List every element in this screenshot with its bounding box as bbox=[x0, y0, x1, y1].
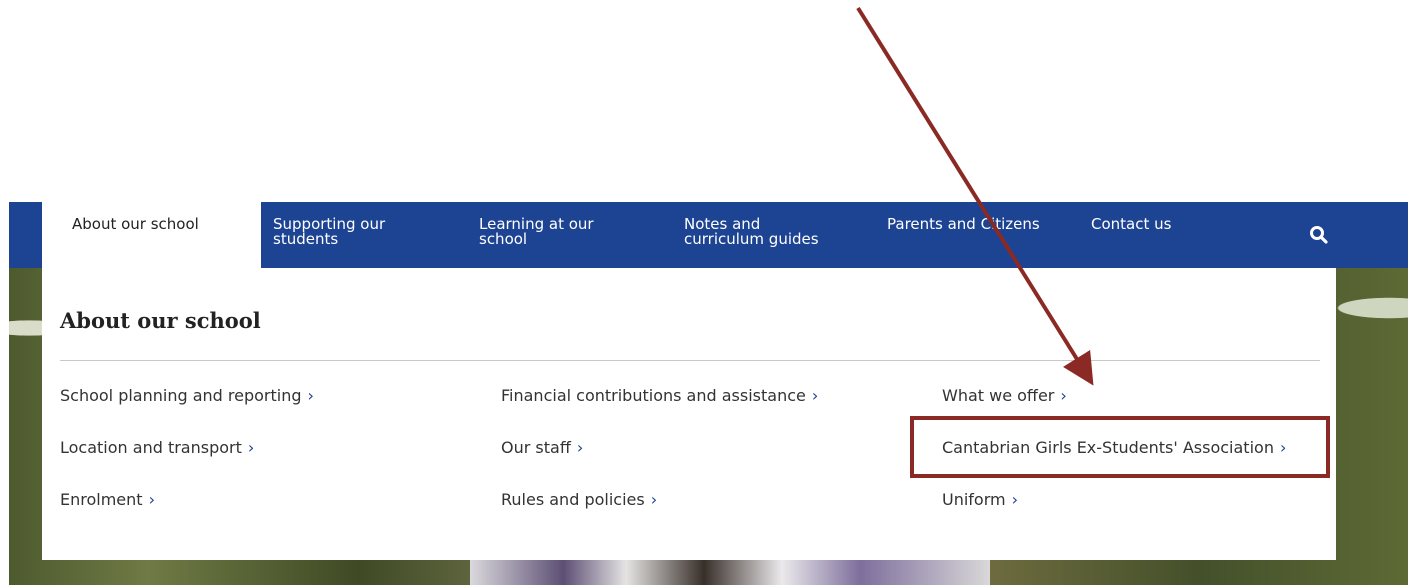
nav-contact-us[interactable]: Contact us bbox=[1091, 202, 1211, 268]
link-rules-and-policies[interactable]: Rules and policies › bbox=[501, 490, 657, 509]
annotation-highlight-box bbox=[910, 416, 1330, 478]
link-uniform[interactable]: Uniform › bbox=[942, 490, 1018, 509]
chevron-right-icon: › bbox=[650, 490, 658, 509]
search-icon[interactable] bbox=[1309, 225, 1329, 245]
chevron-right-icon: › bbox=[576, 438, 584, 457]
chevron-right-icon: › bbox=[811, 386, 819, 405]
chevron-right-icon: › bbox=[307, 386, 314, 405]
dropdown-title: About our school bbox=[60, 308, 261, 333]
about-dropdown-panel: About our school School planning and rep… bbox=[42, 268, 1336, 560]
link-enrolment[interactable]: Enrolment › bbox=[60, 490, 155, 509]
chevron-right-icon: › bbox=[247, 438, 255, 457]
nav-learning-at-our-school[interactable]: Learning at our school bbox=[479, 202, 659, 268]
chevron-right-icon: › bbox=[1060, 386, 1067, 405]
link-school-planning-and-reporting[interactable]: School planning and reporting › bbox=[60, 386, 314, 405]
nav-about-our-school[interactable]: About our school bbox=[42, 202, 261, 268]
dropdown-divider bbox=[60, 360, 1320, 361]
main-navbar: About our school Supporting our students… bbox=[9, 202, 1408, 268]
chevron-right-icon: › bbox=[1011, 490, 1019, 509]
chevron-right-icon: › bbox=[148, 490, 155, 509]
nav-parents-and-citizens[interactable]: Parents and Citizens bbox=[887, 202, 1077, 268]
link-our-staff[interactable]: Our staff › bbox=[501, 438, 583, 457]
page-left-margin bbox=[0, 202, 9, 585]
nav-notes-and-curriculum-guides[interactable]: Notes and curriculum guides bbox=[684, 202, 874, 268]
link-location-and-transport[interactable]: Location and transport › bbox=[60, 438, 254, 457]
link-what-we-offer[interactable]: What we offer › bbox=[942, 386, 1067, 405]
link-financial-contributions[interactable]: Financial contributions and assistance › bbox=[501, 386, 818, 405]
nav-supporting-our-students[interactable]: Supporting our students bbox=[273, 202, 463, 268]
